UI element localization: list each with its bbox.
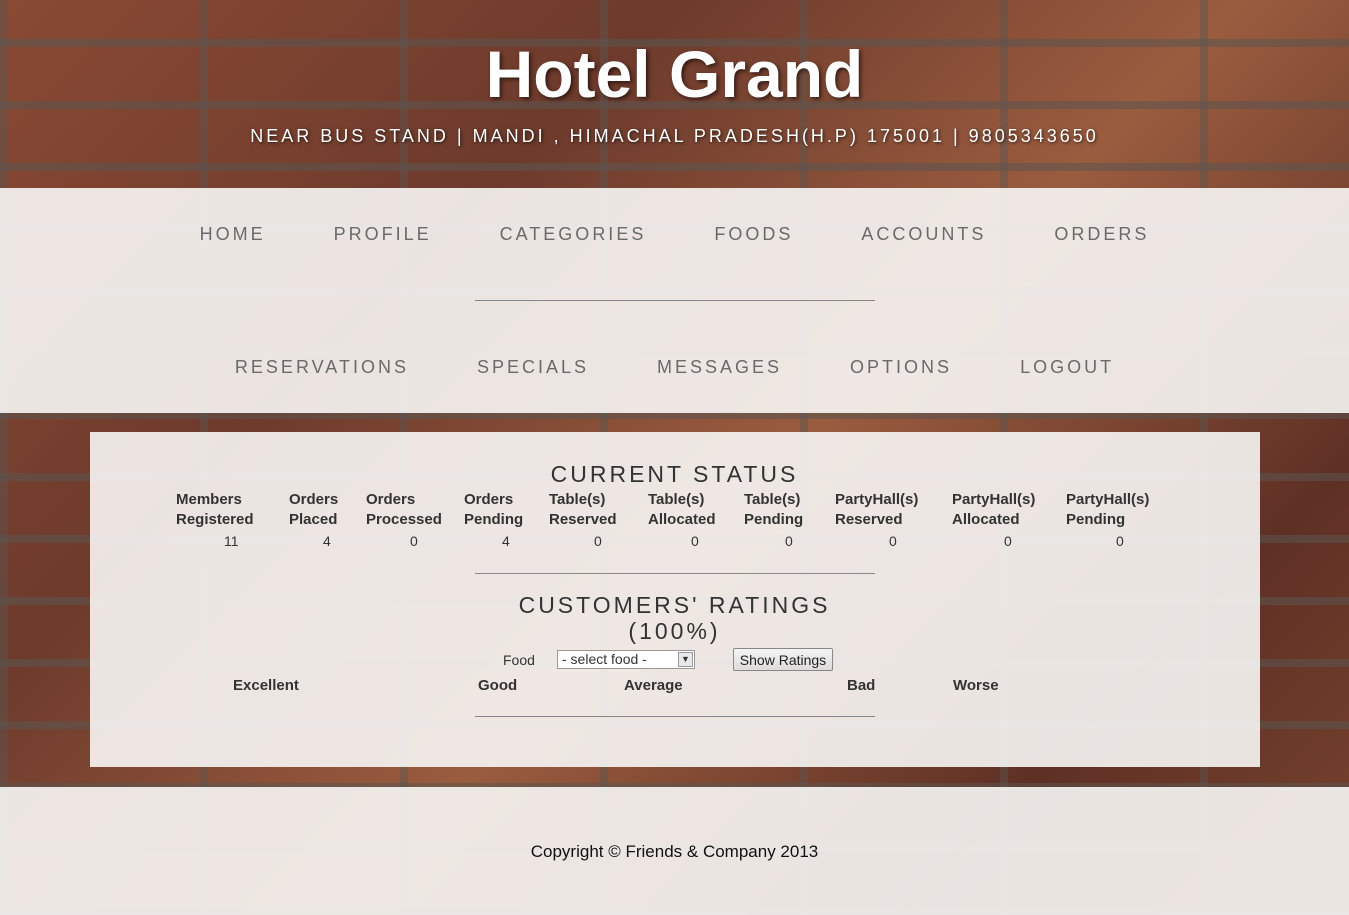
rating-average: Average [624,677,683,694]
nav-row-2: RESERVATIONS SPECIALS MESSAGES OPTIONS L… [0,357,1349,378]
nav-foods[interactable]: FOODS [714,224,793,245]
stat-partyhalls-reserved-label: PartyHall(s) Reserved [835,491,919,528]
ratings-title: CUSTOMERS' RATINGS [518,592,831,618]
stat-orders-pending-label: Orders Pending [464,491,524,528]
rating-good: Good [478,677,518,694]
stat-tables-allocated-value: 0 [691,533,699,549]
nav-accounts[interactable]: ACCOUNTS [861,224,986,245]
rating-bad: Bad [847,677,876,694]
nav-orders[interactable]: ORDERS [1054,224,1149,245]
stat-members-registered-value: 11 [224,533,239,549]
nav-row-1: HOME PROFILE CATEGORIES FOODS ACCOUNTS O… [0,224,1349,245]
copyright-text: Copyright © Friends & Company 2013 [530,842,819,861]
stat-tables-reserved-label: Table(s) Reserved [549,491,617,528]
current-status-title: CURRENT STATUS [550,461,799,487]
chevron-down-icon[interactable]: ▼ [678,652,693,667]
rating-excellent: Excellent [233,677,299,694]
nav-logout[interactable]: LOGOUT [1020,357,1114,378]
nav-specials[interactable]: SPECIALS [477,357,589,378]
site-address: NEAR BUS STAND | MANDI , HIMACHAL PRADES… [250,126,1099,146]
stat-tables-pending-value: 0 [785,533,793,549]
site-title: Hotel Grand [485,37,864,111]
food-label: Food [503,652,535,668]
nav-divider [475,300,875,301]
ratings-divider [475,716,875,717]
stat-partyhalls-allocated-label: PartyHall(s) Allocated [952,491,1036,528]
food-select-value: - select food - [562,651,647,667]
stat-orders-processed-value: 0 [410,533,418,549]
stat-tables-reserved-value: 0 [594,533,602,549]
stat-orders-placed-value: 4 [323,533,331,549]
stat-partyhalls-pending-value: 0 [1116,533,1124,549]
stat-partyhalls-allocated-value: 0 [1004,533,1012,549]
stat-tables-allocated-label: Table(s) Allocated [648,491,716,528]
nav-home[interactable]: HOME [200,224,266,245]
stat-partyhalls-pending-label: PartyHall(s) Pending [1066,491,1150,528]
stat-members-registered-label: Members Registered [176,491,254,528]
nav-profile[interactable]: PROFILE [334,224,432,245]
stat-orders-placed-label: Orders Placed [289,491,339,528]
rating-worse: Worse [953,677,999,694]
show-ratings-button[interactable]: Show Ratings [733,648,833,671]
nav-categories[interactable]: CATEGORIES [500,224,647,245]
food-select[interactable]: - select food - ▼ [557,650,695,669]
status-divider [475,573,875,574]
nav-messages[interactable]: MESSAGES [657,357,782,378]
stat-tables-pending-label: Table(s) Pending [744,491,804,528]
nav-reservations[interactable]: RESERVATIONS [235,357,409,378]
nav-options[interactable]: OPTIONS [850,357,952,378]
stat-partyhalls-reserved-value: 0 [889,533,897,549]
stat-orders-processed-label: Orders Processed [366,491,442,528]
ratings-percent: (100%) [628,618,721,644]
stat-orders-pending-value: 4 [502,533,510,549]
site-header: Hotel Grand NEAR BUS STAND | MANDI , HIM… [0,0,1349,188]
